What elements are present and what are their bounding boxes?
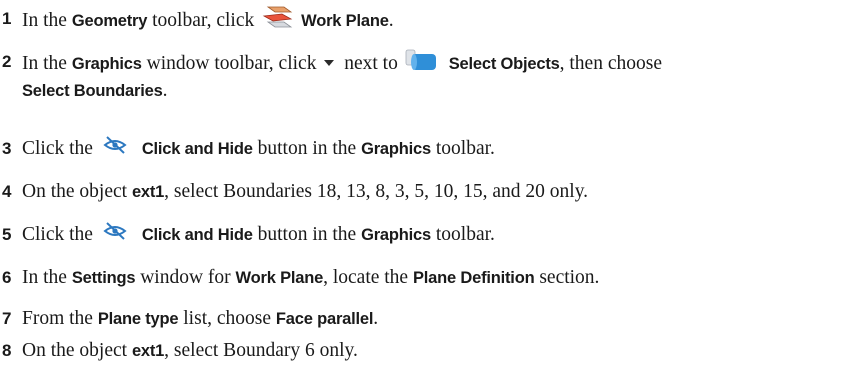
step-text: In the Settings window for Work Plane, l… (22, 263, 599, 293)
text: toolbar. (431, 138, 495, 159)
click-and-hide-icon (98, 134, 136, 165)
ui-label: Plane Definition (412, 269, 535, 287)
text: Click the (22, 138, 98, 159)
ui-label: Graphics (361, 226, 431, 244)
text: On the object (22, 340, 132, 361)
text: . (373, 308, 379, 329)
ui-label: ext1 (131, 183, 165, 201)
ui-label: Face parallel (275, 310, 374, 328)
text: On the object (22, 181, 132, 202)
step-text: On the object ext1, select Boundaries 18… (22, 177, 588, 207)
ui-label: Select Objects (448, 54, 560, 73)
ui-label: Click and Hide (141, 226, 253, 244)
text: button in the (252, 138, 362, 159)
ui-label: Work Plane (301, 11, 389, 30)
text: , then choose (559, 52, 662, 74)
text: window toolbar, click (141, 52, 322, 74)
ui-label: Click and Hide (141, 140, 253, 158)
text: toolbar. (431, 224, 495, 245)
ui-label: Select Boundaries (22, 82, 163, 100)
click-and-hide-icon (98, 220, 136, 251)
text: toolbar, click (147, 9, 260, 31)
text: , select Boundary 6 only. (164, 340, 358, 361)
step-number: 5 (2, 225, 12, 244)
ui-label: Settings (71, 269, 136, 287)
text: . (162, 80, 168, 101)
text: , select Boundaries 18, 13, 8, 3, 5, 10,… (164, 181, 589, 202)
step-number: 3 (2, 139, 12, 158)
step-number: 6 (2, 268, 12, 287)
text: list, choose (178, 308, 276, 329)
select-objects-icon (403, 47, 443, 82)
dropdown-arrow-icon (321, 50, 339, 79)
ui-label: Geometry (71, 11, 148, 30)
work-plane-icon (259, 4, 295, 39)
step-number: 7 (2, 309, 12, 328)
step-number: 1 (2, 9, 12, 28)
ui-label: Graphics (361, 140, 431, 158)
text: In the (22, 267, 72, 288)
text: In the (22, 9, 72, 31)
step-text: On the object ext1, select Boundary 6 on… (22, 336, 358, 366)
text: window for (135, 267, 236, 288)
ui-label: Graphics (71, 54, 142, 73)
text: next to (339, 52, 403, 74)
text: . (388, 9, 394, 31)
step-number: 2 (2, 52, 12, 71)
text: In the (22, 52, 72, 74)
ui-label: ext1 (131, 342, 165, 360)
text: From the (22, 308, 98, 329)
step-number: 4 (2, 182, 12, 201)
step-text: Select Boundaries. (22, 76, 167, 106)
step-number: 8 (2, 341, 12, 360)
text: button in the (252, 224, 362, 245)
text: Click the (22, 224, 98, 245)
step-text: From the Plane type list, choose Face pa… (22, 304, 378, 334)
step-text: In the Geometry toolbar, click Work Plan… (22, 4, 394, 39)
text: , locate the (323, 267, 413, 288)
step-text: Click the Click and Hide button in the G… (22, 220, 495, 251)
ui-label: Work Plane (235, 269, 324, 287)
ui-label: Plane type (97, 310, 179, 328)
step-text: Click the Click and Hide button in the G… (22, 134, 495, 165)
text: section. (534, 267, 600, 288)
